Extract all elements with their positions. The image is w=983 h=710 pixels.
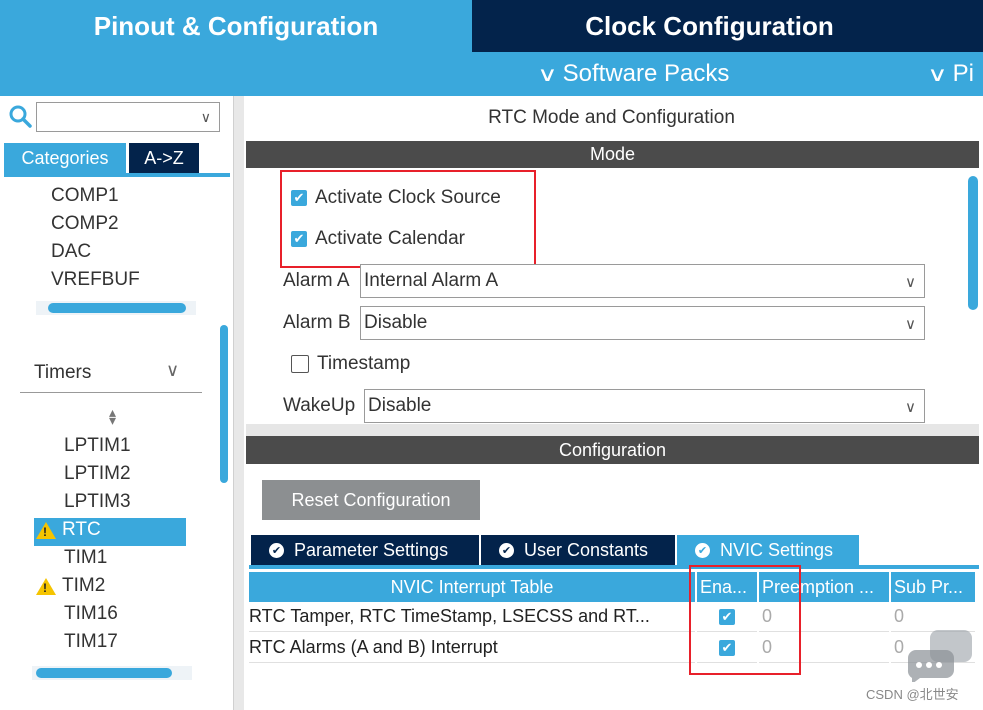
horizontal-scrollbar[interactable] (48, 303, 186, 313)
tab-user-constants[interactable]: ✔ User Constants (481, 535, 675, 565)
tab-overflow[interactable] (947, 0, 983, 52)
table-cell-interrupt-name: RTC Alarms (A and B) Interrupt (249, 633, 695, 663)
tab-pinout-configuration[interactable]: Pinout & Configuration (0, 0, 472, 52)
list-item-label: RTC (62, 519, 101, 540)
sort-icon[interactable]: ▴ ▾ (109, 405, 116, 427)
alarm-b-select[interactable]: Disable ∨ (360, 306, 925, 340)
software-packs-menu[interactable]: ∨ Software Packs (537, 52, 730, 96)
chevron-down-icon: ∨ (537, 63, 558, 86)
list-item[interactable]: COMP1 (51, 182, 140, 210)
column-header-sub-priority[interactable]: Sub Pr... (891, 572, 975, 602)
mode-section-header: Mode (246, 141, 979, 168)
highlight-box (280, 170, 536, 268)
list-item[interactable]: VREFBUF (51, 266, 140, 294)
select-value: Disable (368, 395, 432, 416)
chevron-down-icon[interactable]: ∨ (905, 398, 916, 416)
check-circle-icon: ✔ (499, 542, 514, 558)
list-item[interactable]: LPTIM1 (36, 432, 131, 460)
alarm-b-label: Alarm B (283, 312, 351, 333)
tab-parameter-settings[interactable]: ✔ Parameter Settings (251, 535, 479, 565)
warning-icon (36, 521, 56, 539)
list-item-label: TIM2 (62, 575, 106, 596)
chevron-down-icon[interactable]: ∨ (905, 273, 916, 291)
configuration-section-header: Configuration (246, 436, 979, 464)
highlight-box (689, 565, 801, 675)
list-item[interactable]: DAC (51, 238, 140, 266)
check-circle-icon: ✔ (269, 542, 284, 558)
list-item[interactable]: COMP2 (51, 210, 140, 238)
alarm-a-select[interactable]: Internal Alarm A ∨ (360, 264, 925, 298)
timestamp-checkbox[interactable]: Timestamp (291, 353, 410, 375)
chevron-down-icon: ∨ (927, 63, 948, 86)
software-packs-label: Software Packs (562, 60, 730, 87)
list-item[interactable]: TIM17 (36, 628, 131, 656)
wakeup-select[interactable]: Disable ∨ (364, 389, 925, 423)
select-value: Internal Alarm A (364, 270, 499, 291)
tab-label: NVIC Settings (720, 539, 834, 560)
page-title: RTC Mode and Configuration (488, 107, 735, 128)
list-item-rtc[interactable]: RTC (36, 516, 131, 544)
list-item[interactable]: LPTIM3 (36, 488, 131, 516)
tab-label: User Constants (524, 539, 649, 560)
list-item[interactable]: TIM1 (36, 544, 131, 572)
vertical-scrollbar[interactable] (220, 325, 228, 483)
horizontal-scrollbar[interactable] (36, 668, 172, 678)
column-header-interrupt-table[interactable]: NVIC Interrupt Table (249, 572, 695, 602)
pinout-menu[interactable]: ∨ Pi (927, 52, 974, 96)
chat-bubble-icon (907, 630, 972, 682)
pinout-menu-label: Pi (952, 60, 974, 87)
tab-categories[interactable]: Categories (4, 143, 126, 173)
tab-clock-configuration[interactable]: Clock Configuration (475, 0, 944, 52)
chevron-down-icon[interactable]: ∨ (166, 360, 179, 381)
category-timers[interactable]: Timers (34, 362, 91, 384)
list-item-tim2[interactable]: TIM2 (36, 572, 131, 600)
list-item[interactable]: LPTIM2 (36, 460, 131, 488)
list-item[interactable]: TIM16 (36, 600, 131, 628)
checkbox-label: Timestamp (317, 353, 411, 374)
tab-label: Parameter Settings (294, 539, 449, 560)
sub-menu-bar (0, 52, 983, 96)
reset-configuration-button[interactable]: Reset Configuration (262, 480, 480, 520)
wakeup-label: WakeUp (283, 395, 356, 416)
search-icon[interactable] (8, 104, 34, 130)
divider (20, 392, 202, 393)
alarm-a-label: Alarm A (283, 270, 350, 291)
tab-underline (249, 565, 979, 569)
chevron-down-icon[interactable]: ∨ (201, 109, 211, 126)
search-input[interactable]: ∨ (36, 102, 220, 132)
watermark-text: CSDN @北世安 (866, 687, 959, 702)
chevron-down-icon[interactable]: ∨ (905, 315, 916, 333)
check-circle-icon: ✔ (695, 542, 710, 558)
tab-a-z[interactable]: A->Z (129, 143, 199, 173)
section-splitter[interactable] (246, 424, 979, 436)
checkbox-unchecked-icon[interactable] (291, 355, 309, 373)
warning-icon (36, 577, 56, 595)
timers-list: LPTIM1 LPTIM2 LPTIM3 RTC TIM1 TIM2 TIM16… (36, 432, 131, 656)
analog-list: COMP1 COMP2 DAC VREFBUF (51, 182, 140, 294)
tab-underline (4, 173, 230, 177)
table-cell-interrupt-name: RTC Tamper, RTC TimeStamp, LSECSS and RT… (249, 602, 695, 632)
select-value: Disable (364, 312, 428, 333)
tab-nvic-settings[interactable]: ✔ NVIC Settings (677, 535, 859, 565)
vertical-scrollbar[interactable] (968, 176, 978, 310)
panel-splitter[interactable] (234, 96, 244, 710)
